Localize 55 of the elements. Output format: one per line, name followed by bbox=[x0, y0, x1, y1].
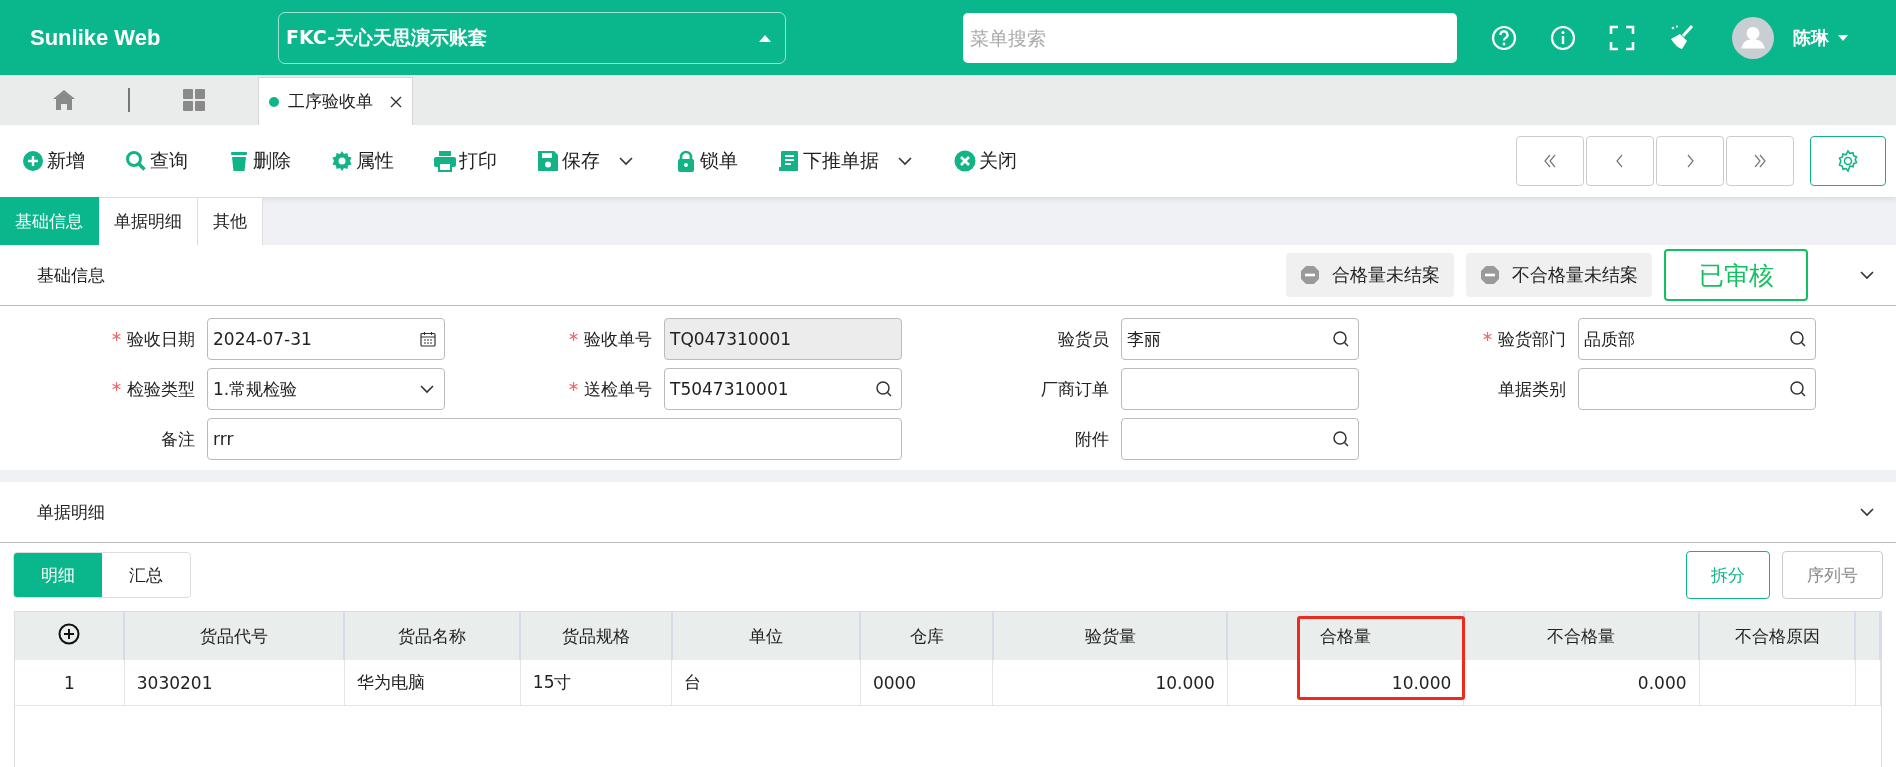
table-cell: 3030201 bbox=[124, 660, 345, 706]
app-logo: Sunlike Web bbox=[30, 24, 162, 51]
date-field[interactable]: 2024-07-31 bbox=[207, 318, 445, 360]
toolbar-button[interactable]: 保存 bbox=[537, 148, 635, 174]
table-cell: 华为电脑 bbox=[344, 660, 521, 706]
field-label: 送检单号 bbox=[584, 378, 652, 399]
lookup-field[interactable]: 品质部 bbox=[1578, 318, 1816, 360]
toolbar-button[interactable]: 打印 bbox=[434, 148, 497, 174]
lookup-field[interactable]: 李丽 bbox=[1121, 318, 1359, 360]
table-cell: 10.000 bbox=[1227, 660, 1464, 706]
field-label: 备注 bbox=[161, 428, 195, 449]
lookup-field[interactable]: T5047310001 bbox=[664, 368, 902, 410]
toolbar-button[interactable]: 下推单据 bbox=[778, 148, 914, 174]
field-label: 验货部门 bbox=[1498, 328, 1566, 349]
table-cell: 台 bbox=[671, 660, 861, 706]
status-chip: 合格量未结案 bbox=[1286, 253, 1454, 297]
field-label: 厂商订单 bbox=[1041, 378, 1109, 399]
field-label: 单据类别 bbox=[1498, 378, 1566, 399]
field-label: 验收单号 bbox=[584, 328, 652, 349]
table-cell: 0000 bbox=[860, 660, 993, 706]
column-header[interactable]: 合格量 bbox=[1227, 612, 1464, 660]
column-header[interactable]: 货品名称 bbox=[344, 612, 521, 660]
column-header[interactable]: 单位 bbox=[671, 612, 861, 660]
section-title: 基础信息 bbox=[37, 263, 105, 287]
column-header[interactable]: 仓库 bbox=[860, 612, 993, 660]
search-field[interactable]: 菜单搜索 bbox=[963, 12, 1457, 63]
toolbar-button[interactable]: 关闭 bbox=[954, 148, 1017, 174]
toolbar-button[interactable]: 删除 bbox=[228, 148, 291, 174]
column-header[interactable]: 不合格量 bbox=[1463, 612, 1699, 660]
toolbar-button[interactable]: 新增 bbox=[22, 148, 85, 174]
field-label: 验收日期 bbox=[127, 328, 195, 349]
toolbar-button[interactable]: 属性 bbox=[331, 148, 394, 174]
input-field: TQ047310001 bbox=[664, 318, 902, 360]
column-header[interactable]: 不合格原因 bbox=[1699, 612, 1855, 660]
form-tab[interactable]: 单据明细 bbox=[99, 197, 198, 245]
section-title: 单据明细 bbox=[37, 500, 105, 524]
input-field[interactable]: rrr bbox=[207, 418, 902, 460]
column-header[interactable]: 货品规格 bbox=[520, 612, 672, 660]
table-cell: 0.000 bbox=[1463, 660, 1699, 706]
table-cell: 15寸 bbox=[520, 660, 672, 706]
view-tab[interactable]: 汇总 bbox=[102, 553, 190, 597]
toolbar-button[interactable]: 锁单 bbox=[675, 148, 738, 174]
form-tab[interactable]: 其他 bbox=[198, 197, 263, 245]
status-chip: 不合格量未结案 bbox=[1466, 253, 1652, 297]
select-field[interactable]: 1.常规检验 bbox=[207, 368, 445, 410]
field-label: 验货员 bbox=[1058, 328, 1109, 349]
field-label: 附件 bbox=[1075, 428, 1109, 449]
field-label: 检验类型 bbox=[127, 378, 195, 399]
row-number: 1 bbox=[15, 660, 125, 706]
table-cell: 10.000 bbox=[992, 660, 1228, 706]
approved-stamp: 已审核 bbox=[1664, 249, 1808, 301]
toolbar-button[interactable]: 查询 bbox=[125, 148, 188, 174]
column-header[interactable]: 验货量 bbox=[992, 612, 1228, 660]
page-tab[interactable]: 工序验收单 bbox=[258, 77, 413, 125]
column-header[interactable]: 货品代号 bbox=[124, 612, 345, 660]
